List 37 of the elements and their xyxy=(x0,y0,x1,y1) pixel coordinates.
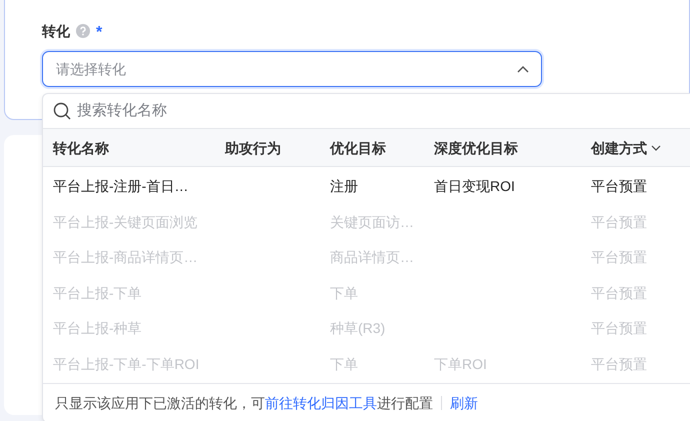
table-cell-text: 关键页面访… xyxy=(330,212,414,232)
search-field[interactable]: 搜索转化名称 xyxy=(77,100,377,122)
table-cell-text: 下单 xyxy=(330,284,358,302)
column-header: 优化目标 xyxy=(330,138,386,158)
chevron-icon xyxy=(517,65,529,73)
table-cell-text: 平台预置 xyxy=(591,319,647,338)
table-cell-text: 平台预置 xyxy=(591,354,647,374)
search-icon xyxy=(53,102,71,120)
table-cell-text: 平台上报-商品详情页… xyxy=(53,248,198,267)
attribution-tool-link[interactable]: 前往转化归因工具 xyxy=(265,394,377,410)
table-cell-text: 平台上报-下单 xyxy=(53,284,142,302)
sort-chevron-icon[interactable] xyxy=(651,145,661,151)
refresh-link[interactable]: 刷新 xyxy=(450,392,478,414)
table-cell-text: 下单 xyxy=(330,354,358,374)
help-icon xyxy=(76,24,90,38)
table-cell-text: 平台上报-下单-下单ROI xyxy=(53,354,200,374)
table-cell-text: 平台预置 xyxy=(591,248,647,267)
table-cell-text: 平台上报-注册-首日… xyxy=(53,177,188,196)
table-cell-text: 平台上报-种草 xyxy=(53,319,142,338)
table-cell-text: 平台预置 xyxy=(591,177,647,196)
column-header: 深度优化目标 xyxy=(434,138,518,158)
table-cell-text: 平台预置 xyxy=(591,284,647,302)
table-cell-text: 首日变现ROI xyxy=(434,177,515,196)
table-cell-text: 平台预置 xyxy=(591,212,647,232)
select-field[interactable]: 请选择转化 xyxy=(42,51,542,87)
column-header[interactable]: 创建方式 xyxy=(591,138,647,158)
required-mark: * xyxy=(96,23,102,43)
table-cell-text: 种草(R3) xyxy=(330,319,386,338)
footer-note: 只显示该应用下已激活的转化，可前往转化归因工具进行配置 xyxy=(55,394,433,412)
column-header: 转化名称 xyxy=(53,138,109,158)
table-cell-text: 注册 xyxy=(330,177,358,196)
table-cell-text: 下单ROI xyxy=(434,354,487,374)
table-row[interactable]: 平台上报-注册-首日… 注册 首日变现ROI 平台预置 xyxy=(43,167,690,202)
table-cell-text: 商品详情页… xyxy=(330,248,414,267)
field-label: 转化 xyxy=(42,22,70,40)
table-cell-text: 平台上报-关键页面浏览 xyxy=(53,212,198,232)
column-header: 助攻行为 xyxy=(225,138,281,158)
